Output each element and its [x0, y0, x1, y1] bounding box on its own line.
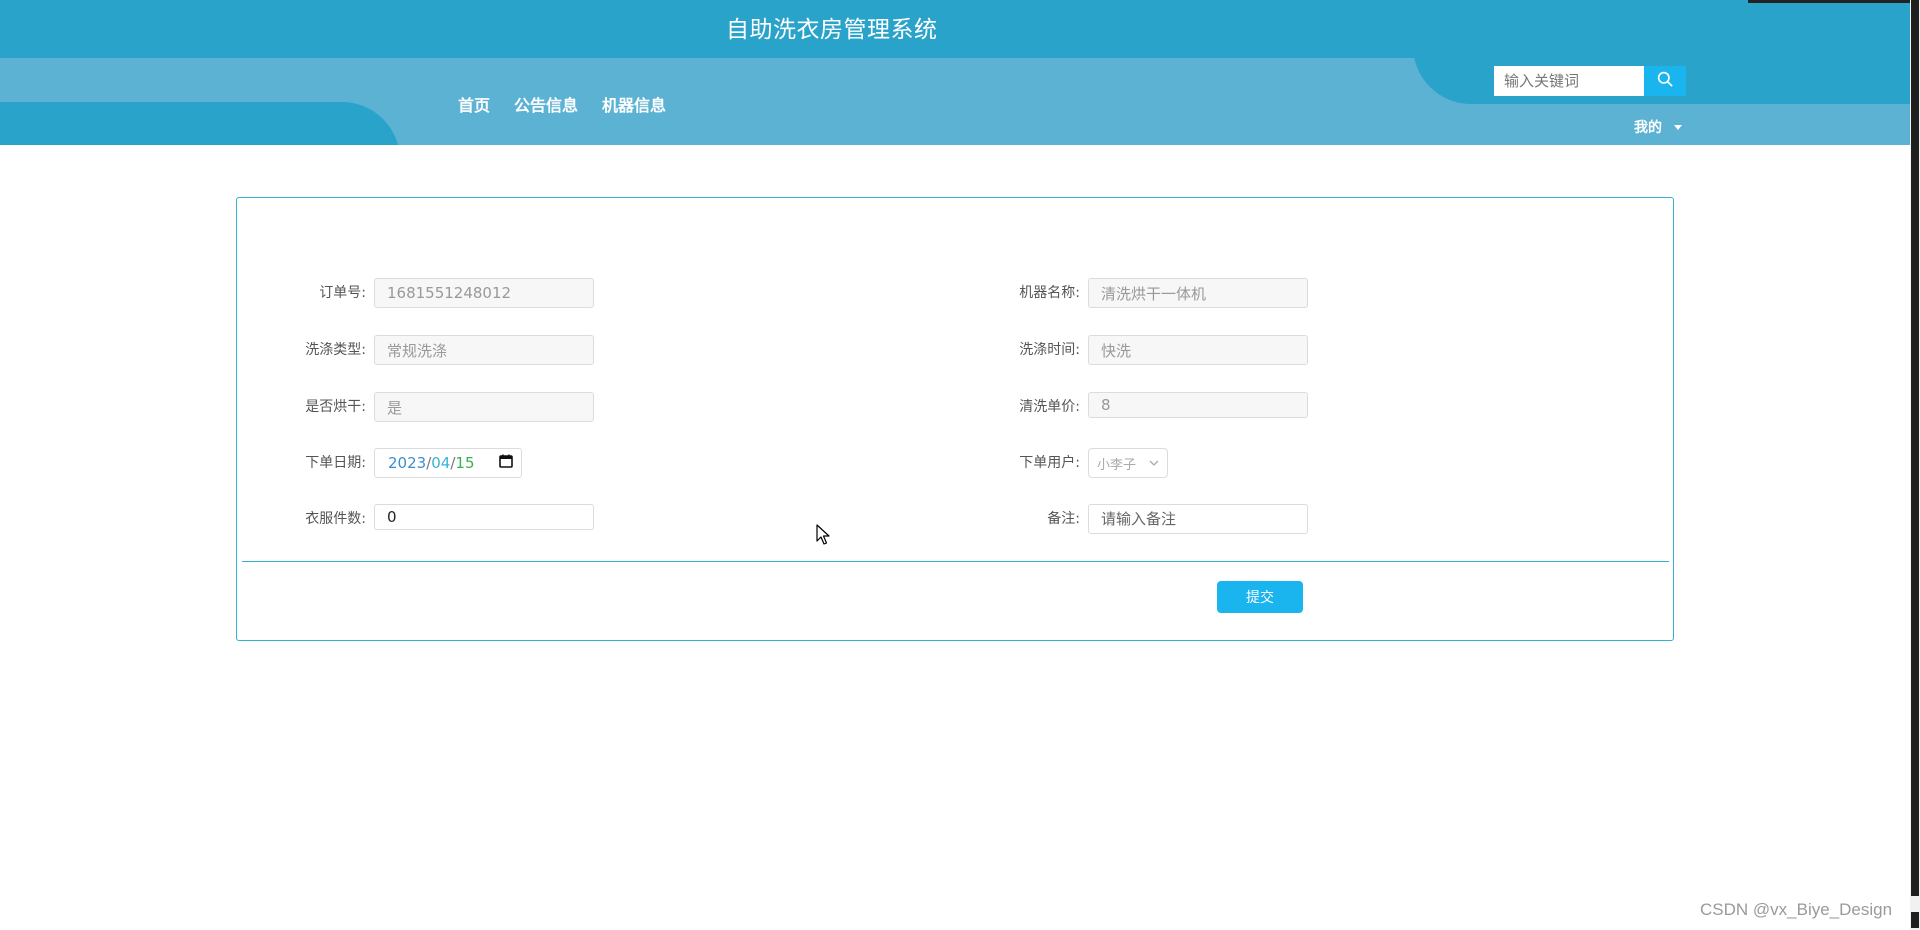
user-menu-label: 我的	[1634, 120, 1662, 136]
input-clothes-count[interactable]: 0	[374, 504, 594, 530]
label-machine-name: 机器名称:	[1019, 285, 1080, 301]
label-dry: 是否烘干:	[305, 399, 366, 415]
search-input[interactable]	[1494, 66, 1644, 96]
input-machine-name[interactable]: 清洗烘干一体机	[1088, 278, 1308, 308]
label-order-no: 订单号:	[319, 285, 366, 301]
select-order-user-value: 小李子	[1097, 457, 1137, 473]
calendar-icon[interactable]	[499, 454, 513, 472]
scrollbar-thumb[interactable]	[1911, 0, 1919, 896]
field-order-no: 订单号: 1681551248012	[290, 278, 594, 308]
scrollbar-end	[1911, 912, 1919, 928]
user-menu[interactable]: 我的	[1634, 117, 1682, 137]
input-unit-price[interactable]: 8	[1088, 392, 1308, 418]
watermark: CSDN @vx_Biye_Design	[1700, 900, 1893, 919]
date-day[interactable]: 15	[455, 454, 474, 472]
label-clothes-count: 衣服件数:	[305, 511, 366, 527]
search-box	[1494, 66, 1686, 96]
select-order-user[interactable]: 小李子	[1088, 448, 1168, 478]
input-wash-type[interactable]: 常规洗涤	[374, 335, 594, 365]
site-title: 自助洗衣房管理系统	[726, 17, 938, 43]
label-remark: 备注:	[1047, 511, 1080, 527]
header-left-decoration	[0, 102, 400, 145]
label-wash-type: 洗涤类型:	[305, 342, 366, 358]
page-scrollbar[interactable]	[1910, 0, 1920, 930]
nav-item-home[interactable]: 首页	[458, 92, 490, 116]
main-nav: 首页 公告信息 机器信息	[458, 92, 666, 116]
caret-down-icon	[1674, 124, 1682, 130]
header: 自助洗衣房管理系统 首页 公告信息 机器信息 我的	[0, 0, 1910, 145]
field-remark: 备注:	[1004, 504, 1308, 534]
date-year[interactable]: 2023	[388, 454, 426, 472]
label-order-date: 下单日期:	[305, 455, 366, 471]
search-icon	[1657, 71, 1673, 91]
field-order-user: 下单用户: 小李子	[1004, 448, 1168, 478]
field-wash-time: 洗涤时间: 快洗	[1004, 335, 1308, 365]
top-edge-line	[1748, 0, 1910, 3]
chevron-down-icon	[1149, 456, 1159, 471]
date-picker-order-date[interactable]: 2023 / 04 / 15	[374, 448, 522, 478]
field-machine-name: 机器名称: 清洗烘干一体机	[1004, 278, 1308, 308]
date-month[interactable]: 04	[431, 454, 450, 472]
field-clothes-count: 衣服件数: 0	[290, 504, 594, 530]
field-order-date: 下单日期: 2023 / 04 / 15	[290, 448, 522, 478]
field-wash-type: 洗涤类型: 常规洗涤	[290, 335, 594, 365]
label-order-user: 下单用户:	[1019, 455, 1080, 471]
form-divider	[242, 561, 1669, 562]
input-remark[interactable]	[1088, 504, 1308, 534]
nav-item-announcements[interactable]: 公告信息	[514, 92, 578, 116]
field-dry: 是否烘干: 是	[290, 392, 594, 422]
input-dry[interactable]: 是	[374, 392, 594, 422]
nav-item-machines[interactable]: 机器信息	[602, 92, 666, 116]
field-unit-price: 清洗单价: 8	[1004, 392, 1308, 418]
search-button[interactable]	[1644, 66, 1686, 96]
input-wash-time[interactable]: 快洗	[1088, 335, 1308, 365]
label-unit-price: 清洗单价:	[1019, 399, 1080, 415]
input-order-no[interactable]: 1681551248012	[374, 278, 594, 308]
submit-button[interactable]: 提交	[1217, 581, 1303, 613]
mouse-cursor-icon	[816, 524, 830, 550]
label-wash-time: 洗涤时间:	[1019, 342, 1080, 358]
